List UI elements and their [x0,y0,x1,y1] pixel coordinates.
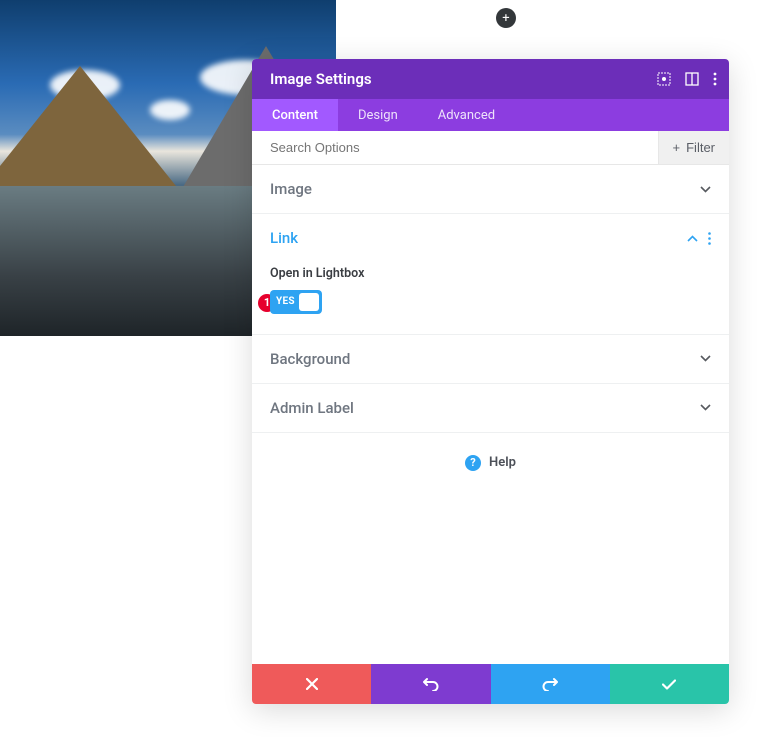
filter-button[interactable]: + Filter [658,131,729,164]
search-row: + Filter [252,131,729,165]
panel-title: Image Settings [270,70,372,88]
section-title: Link [270,229,298,247]
section-background-header[interactable]: Background [252,335,729,383]
plus-icon: + [502,12,509,25]
undo-button[interactable] [371,664,490,704]
toggle-state-label: YES [276,296,295,307]
tab-content[interactable]: Content [252,99,338,131]
tab-design[interactable]: Design [338,99,418,131]
footer-actions [252,664,729,704]
plus-icon: + [673,140,681,155]
settings-panel: Image Settings Content Design Advanced +… [252,59,729,704]
search-input[interactable] [270,140,658,155]
close-icon [306,678,318,690]
section-admin-label-header[interactable]: Admin Label [252,384,729,432]
cancel-button[interactable] [252,664,371,704]
open-lightbox-label: Open in Lightbox [270,266,711,281]
chevron-down-icon [700,186,711,193]
expand-icon[interactable] [657,72,671,86]
columns-icon[interactable] [685,72,699,86]
section-link-body: Open in Lightbox 1 YES [252,262,729,334]
toggle-knob [299,293,319,311]
chevron-down-icon [700,355,711,362]
chevron-up-icon [687,235,698,242]
open-lightbox-toggle[interactable]: YES [270,290,322,314]
toggle-wrap: 1 YES [270,290,322,314]
help-label: Help [489,455,516,470]
section-title: Background [270,350,350,368]
help-icon: ? [465,455,481,471]
check-icon [662,679,676,690]
section-title: Image [270,180,312,198]
header-icons [657,72,717,86]
redo-icon [542,677,558,691]
redo-button[interactable] [491,664,610,704]
section-admin-label: Admin Label [252,384,729,433]
chevron-down-icon [700,404,711,411]
section-title: Admin Label [270,399,354,417]
sections: Image Link Open in Lightbox [252,165,729,664]
save-button[interactable] [610,664,729,704]
help-row[interactable]: ? Help [252,433,729,493]
section-background: Background [252,335,729,384]
tab-advanced[interactable]: Advanced [418,99,515,131]
more-icon[interactable] [713,72,717,86]
section-controls [687,232,711,245]
tabs: Content Design Advanced [252,99,729,131]
more-icon[interactable] [708,232,711,245]
section-image-header[interactable]: Image [252,165,729,213]
undo-icon [423,677,439,691]
section-link-header[interactable]: Link [252,214,729,262]
panel-header: Image Settings [252,59,729,99]
filter-label: Filter [686,140,715,155]
section-link: Link Open in Lightbox 1 YES [252,214,729,335]
section-image: Image [252,165,729,214]
add-module-button[interactable]: + [496,8,516,28]
